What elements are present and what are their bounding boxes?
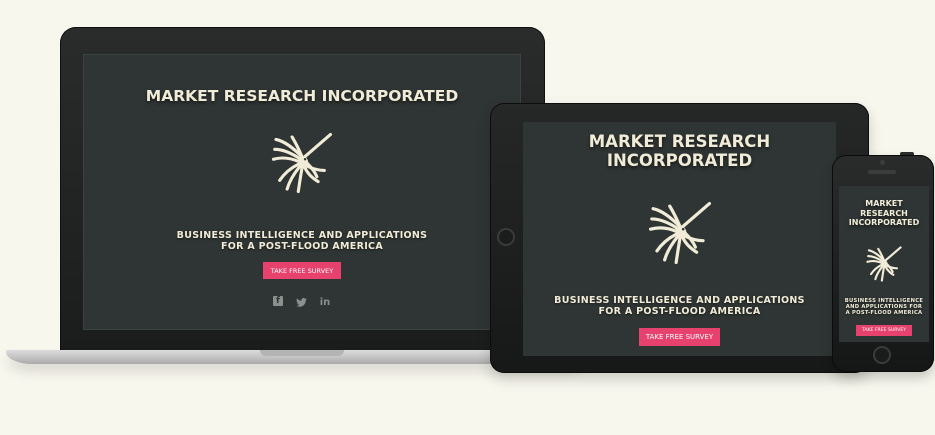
- tagline-line-1: BUSINESS INTELLIGENCE AND APPLICATIONS: [176, 230, 428, 241]
- facebook-icon[interactable]: f: [273, 296, 283, 306]
- tagline-line-2: FOR A POST-FLOOD AMERICA: [598, 306, 761, 317]
- tagline-line-3: A POST-FLOOD AMERICA: [845, 310, 923, 317]
- phone-home-button: [873, 346, 891, 364]
- laptop-notch: [260, 350, 344, 356]
- social-links: f in: [273, 296, 331, 308]
- phone-speaker: [868, 170, 896, 174]
- tablet-tagline: BUSINESS INTELLIGENCE AND APPLICATIONS F…: [554, 295, 805, 317]
- laptop-take-free-survey-button[interactable]: TAKE FREE SURVEY: [263, 262, 341, 279]
- tablet-screen: MARKET RESEARCH INCORPORATED BUSINESS IN…: [523, 122, 836, 356]
- tagline-line-1: BUSINESS INTELLIGENCE AND APPLICATIONS: [554, 295, 805, 306]
- linkedin-icon[interactable]: in: [319, 296, 331, 308]
- phone-screen: MARKET RESEARCH INCORPORATED BUSINESS IN…: [839, 186, 929, 342]
- laptop-site-title: MARKET RESEARCH INCORPORATED: [145, 87, 459, 105]
- title-line-1: MARKET: [865, 199, 903, 208]
- tablet-site-content: MARKET RESEARCH INCORPORATED BUSINESS IN…: [523, 122, 836, 356]
- nazca-hummingbird-icon: [270, 132, 334, 194]
- laptop-screen: MARKET RESEARCH INCORPORATED BUSINESS IN…: [83, 54, 521, 330]
- laptop-tagline: BUSINESS INTELLIGENCE AND APPLICATIONS F…: [177, 230, 428, 252]
- nazca-hummingbird-icon: [648, 200, 712, 266]
- phone-site-content: MARKET RESEARCH INCORPORATED BUSINESS IN…: [839, 186, 929, 342]
- phone-camera: [880, 160, 885, 165]
- tagline-line-1: BUSINESS INTELLIGENCE: [844, 297, 924, 304]
- nazca-hummingbird-icon: [866, 245, 902, 282]
- title-line-1: MARKET RESEARCH: [588, 132, 771, 151]
- tablet-site-title: MARKET RESEARCH INCORPORATED: [589, 132, 770, 170]
- phone-site-title: MARKET RESEARCH INCORPORATED: [849, 199, 919, 228]
- laptop-site-content: MARKET RESEARCH INCORPORATED BUSINESS IN…: [84, 55, 520, 329]
- title-line-3: INCORPORATED: [848, 218, 920, 227]
- phone-tagline: BUSINESS INTELLIGENCE AND APPLICATIONS F…: [845, 298, 923, 317]
- title-line-2: RESEARCH: [860, 208, 908, 218]
- twitter-icon[interactable]: [295, 296, 307, 308]
- tablet-take-free-survey-button[interactable]: TAKE FREE SURVEY: [639, 328, 720, 346]
- tablet-home-button: [497, 228, 515, 246]
- phone-take-free-survey-button[interactable]: TAKE FREE SURVEY: [856, 324, 912, 336]
- tagline-line-2: FOR A POST-FLOOD AMERICA: [221, 241, 383, 252]
- tagline-line-2: AND APPLICATIONS FOR: [845, 303, 923, 310]
- title-line-2: INCORPORATED: [606, 151, 753, 170]
